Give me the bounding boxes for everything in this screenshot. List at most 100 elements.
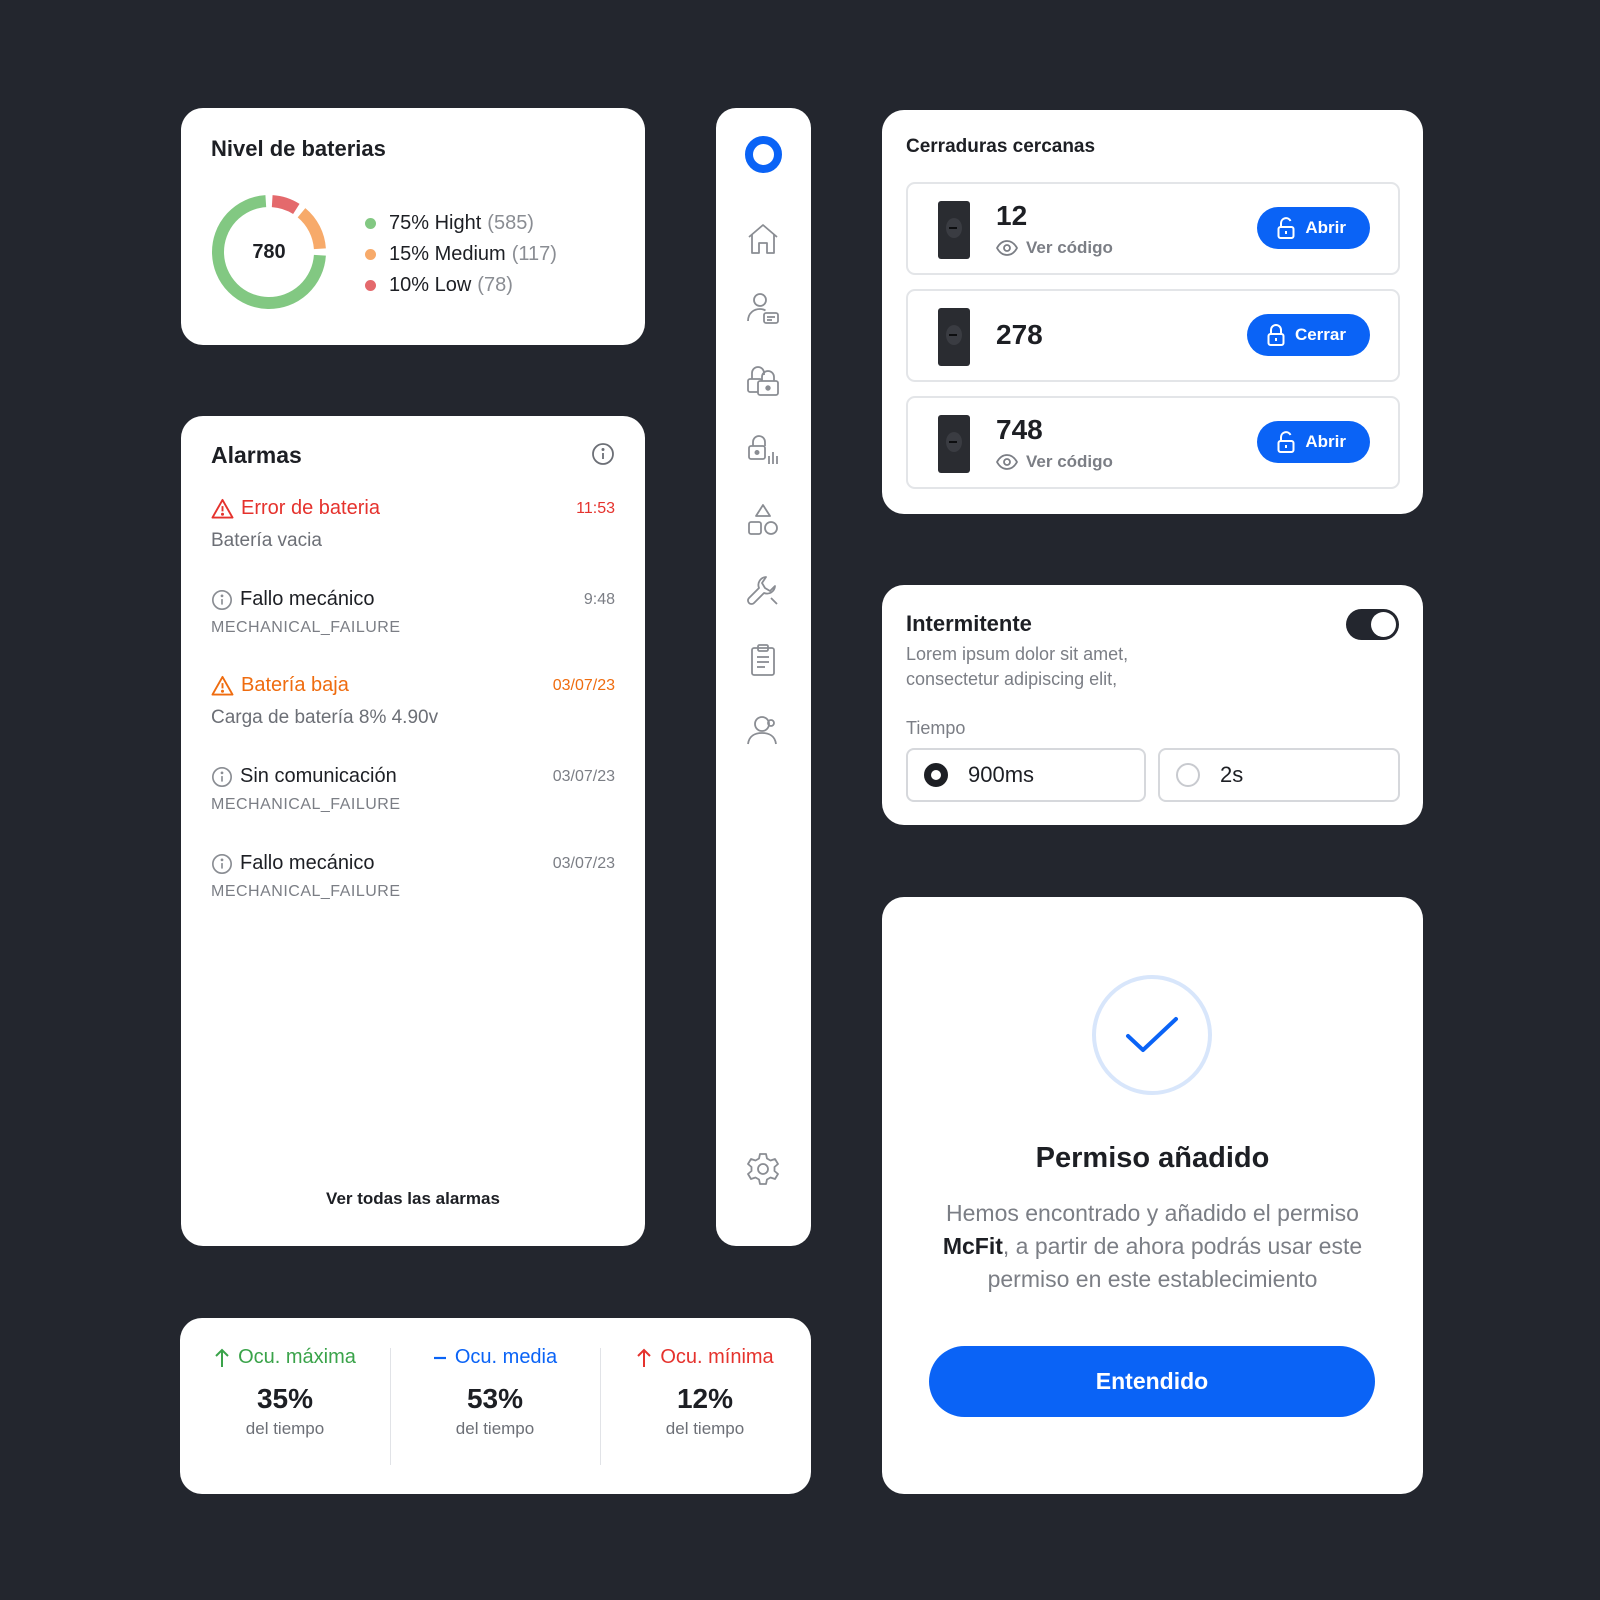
alarms-title: Alarmas xyxy=(211,442,302,468)
info-icon xyxy=(212,766,232,787)
occupancy-stats-card: Ocu. máxima 35% del tiempo Ocu. media 53… xyxy=(180,1318,811,1494)
user-settings-icon[interactable] xyxy=(743,710,783,750)
logo-icon[interactable] xyxy=(745,136,782,173)
alarm-time: 03/07/23 xyxy=(552,676,615,694)
message-text: Hemos encontrado y añadido el permiso xyxy=(946,1200,1359,1226)
open-lock-button[interactable]: Abrir xyxy=(1257,207,1370,249)
alarm-time: 9:48 xyxy=(583,590,615,608)
legend-label: 10% Low xyxy=(389,274,472,296)
battery-total: 780 xyxy=(252,240,286,263)
info-icon[interactable] xyxy=(591,442,615,471)
legend-dot xyxy=(365,249,376,260)
lock-device-image xyxy=(938,415,970,473)
option-label: 2s xyxy=(1220,762,1244,787)
radio-selected xyxy=(924,763,948,787)
alarm-time: 11:53 xyxy=(576,499,615,517)
stat-value: 53% xyxy=(466,1383,524,1414)
battery-title: Nivel de baterias xyxy=(211,136,386,161)
alarm-description: Batería vacia xyxy=(211,530,322,551)
lock-number: 278 xyxy=(996,319,1043,350)
open-lock-button[interactable]: Abrir xyxy=(1257,421,1370,463)
alarm-title: Error de bateria xyxy=(241,497,380,519)
stat-label: Ocu. media xyxy=(454,1346,558,1368)
legend-item-medium: 15% Medium (117) xyxy=(365,239,557,270)
time-option-2s[interactable]: 2s xyxy=(1158,748,1400,802)
button-label: Cerrar xyxy=(1294,325,1346,344)
alarm-item[interactable]: Sin comunicación 03/07/23 MECHANICAL_FAI… xyxy=(211,765,615,814)
info-icon xyxy=(212,589,232,610)
view-code-link[interactable]: Ver código xyxy=(996,452,1113,472)
legend-dot xyxy=(365,280,376,291)
lock-device-image xyxy=(938,308,970,366)
understood-button[interactable]: Entendido xyxy=(929,1346,1375,1417)
user-card-icon[interactable] xyxy=(743,289,783,329)
alarm-item[interactable]: Error de bateria 11:53 Batería vacia xyxy=(211,497,615,552)
time-option-900ms[interactable]: 900ms xyxy=(906,748,1146,802)
legend-count: (585) xyxy=(487,212,534,234)
lock-item: 12 Ver código Abrir xyxy=(906,182,1400,275)
alarm-item[interactable]: Fallo mecánico 03/07/23 MECHANICAL_FAILU… xyxy=(211,852,615,901)
blink-settings-card: Intermitente Lorem ipsum dolor sit amet,… xyxy=(882,585,1423,825)
shapes-icon[interactable] xyxy=(743,500,783,540)
alarm-time: 03/07/23 xyxy=(552,854,615,872)
locks-icon[interactable] xyxy=(743,360,783,400)
wrench-icon[interactable] xyxy=(743,570,783,610)
arrow-up-icon xyxy=(637,1348,652,1367)
lock-number: 12 xyxy=(996,200,1028,231)
button-label: Abrir xyxy=(1305,432,1346,451)
blink-title: Intermitente xyxy=(906,611,1032,636)
nearby-locks-card: Cerraduras cercanas 12 Ver código Abrir … xyxy=(882,110,1423,514)
permission-name: McFit xyxy=(942,1233,1003,1259)
legend-count: (78) xyxy=(477,274,513,296)
warning-icon xyxy=(211,498,234,519)
blink-description: Lorem ipsum dolor sit amet, consectetur … xyxy=(906,644,1129,689)
button-label: Abrir xyxy=(1305,218,1346,237)
view-code-link[interactable]: Ver código xyxy=(996,238,1113,258)
unlock-icon xyxy=(1277,431,1295,453)
eye-icon xyxy=(996,454,1018,470)
close-lock-button[interactable]: Cerrar xyxy=(1246,314,1370,356)
see-all-alarms-link[interactable]: Ver todas las alarmas xyxy=(181,1189,645,1209)
legend-count: (117) xyxy=(511,243,557,265)
legend-label: 75% Hight xyxy=(389,212,482,234)
lock-number: 748 xyxy=(996,414,1043,445)
sidebar-nav xyxy=(716,108,811,1246)
alarm-description: Carga de batería 8% 4.90v xyxy=(211,707,439,728)
alarms-card: Alarmas Error de bateria 11:53 Batería v… xyxy=(181,416,645,1246)
legend-item-high: 75% Hight (585) xyxy=(365,208,557,239)
lock-item: 278 Cerrar xyxy=(906,289,1400,382)
stat-subtitle: del tiempo xyxy=(245,1419,325,1438)
info-icon xyxy=(212,853,232,874)
time-label: Tiempo xyxy=(906,718,966,738)
lock-icon xyxy=(1267,324,1285,346)
stat-label: Ocu. máxima xyxy=(238,1346,356,1368)
option-label: 900ms xyxy=(968,762,1035,787)
lock-device-image xyxy=(938,201,970,259)
alarm-item[interactable]: Batería baja 03/07/23 Carga de batería 8… xyxy=(211,674,615,729)
alarm-title: Sin comunicación xyxy=(240,765,397,787)
stat-subtitle: del tiempo xyxy=(455,1419,535,1438)
alarm-title: Fallo mecánico xyxy=(240,852,375,874)
alarm-item[interactable]: Fallo mecánico 9:48 MECHANICAL_FAILURE xyxy=(211,588,615,637)
radio-unselected xyxy=(1176,763,1200,787)
battery-card: Nivel de baterias 780 75% Hight (585) 15… xyxy=(181,108,645,345)
view-code-label: Ver código xyxy=(1026,452,1113,471)
message-text: , a partir de ahora podrás usar este per… xyxy=(987,1233,1363,1292)
stat-min: Ocu. mínima 12% del tiempo xyxy=(600,1346,810,1439)
stat-mean: Ocu. media 53% del tiempo xyxy=(390,1346,600,1439)
clipboard-icon[interactable] xyxy=(743,640,783,680)
unlock-icon xyxy=(1277,217,1295,239)
success-badge xyxy=(1092,975,1212,1095)
gear-icon[interactable] xyxy=(743,1149,783,1189)
blink-toggle[interactable] xyxy=(1346,609,1399,640)
legend-dot xyxy=(365,218,376,229)
eye-icon xyxy=(996,240,1018,256)
alarm-title: Batería baja xyxy=(241,674,349,696)
legend-item-low: 10% Low (78) xyxy=(365,270,557,301)
battery-legend: 75% Hight (585) 15% Medium (117) 10% Low… xyxy=(365,208,557,301)
stat-value: 35% xyxy=(256,1383,314,1414)
home-icon[interactable] xyxy=(743,219,783,259)
lock-signal-icon[interactable] xyxy=(743,430,783,470)
alarm-code: MECHANICAL_FAILURE xyxy=(211,883,401,900)
stat-value: 12% xyxy=(676,1383,734,1414)
